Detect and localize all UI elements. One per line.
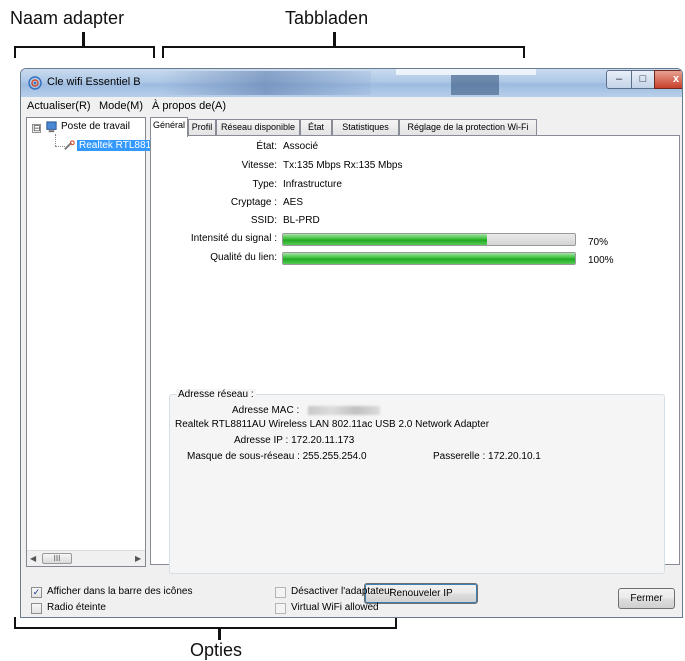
ip-address: Adresse IP : 172.20.11.173: [234, 435, 354, 446]
tabs-bracket: [162, 46, 525, 58]
virtual-wifi-checkbox[interactable]: [275, 603, 286, 614]
menu-bar: Actualiser(R) Mode(M) À propos de(A): [21, 97, 682, 117]
scroll-left-icon[interactable]: ◀: [30, 554, 36, 563]
type-label: Type:: [252, 179, 277, 190]
mac-label: Adresse MAC :: [232, 405, 381, 416]
tab-status[interactable]: État: [300, 119, 332, 136]
scroll-right-icon[interactable]: ▶: [135, 554, 141, 563]
adapter-bracket-stem: [82, 32, 85, 46]
window-title: Cle wifi Essentiel B: [47, 76, 141, 88]
disable-adapter-label: Désactiver l'adaptateur: [291, 586, 393, 597]
adapter-bracket: [14, 46, 155, 58]
minimize-button[interactable]: –: [606, 70, 632, 89]
collapse-icon[interactable]: ⊟: [32, 124, 41, 133]
link-quality-bar: [282, 252, 576, 265]
tab-profile[interactable]: Profil: [188, 119, 216, 136]
tree-root[interactable]: Poste de travail: [61, 121, 130, 132]
virtual-wifi-label: Virtual WiFi allowed: [291, 602, 379, 613]
mac-address-blurred: [308, 405, 381, 415]
state-label: État:: [256, 141, 277, 152]
tabs-bracket-stem: [333, 32, 336, 46]
tab-statistics[interactable]: Statistiques: [332, 119, 399, 136]
type-value: Infrastructure: [283, 179, 342, 190]
adapter-icon: [64, 140, 75, 150]
title-bar: Cle wifi Essentiel B – □ x: [21, 69, 682, 97]
adapter-full-name: Realtek RTL8811AU Wireless LAN 802.11ac …: [175, 419, 490, 430]
annotation-options: Opties: [190, 640, 243, 660]
encryption-value: AES: [283, 197, 304, 208]
mac-label-text: Adresse MAC :: [232, 405, 300, 416]
encryption-label: Cryptage :: [230, 197, 277, 208]
ip-value: 172.20.11.173: [291, 435, 355, 446]
background-blur: [161, 71, 371, 95]
speed-value: Tx:135 Mbps Rx:135 Mbps: [283, 160, 403, 171]
options-bracket: [14, 617, 397, 629]
menu-about[interactable]: À propos de(A): [152, 100, 226, 112]
ssid-value: BL-PRD: [283, 215, 320, 226]
tree-adapter-item[interactable]: Realtek RTL881: [77, 140, 154, 151]
show-tray-checkbox[interactable]: ✓: [31, 587, 42, 598]
signal-strength-fill: [283, 234, 488, 245]
gateway-label: Passerelle :: [433, 451, 486, 462]
scroll-thumb[interactable]: III: [42, 553, 72, 564]
close-button[interactable]: Fermer: [618, 588, 675, 609]
general-panel: État: Associé Vitesse: Tx:135 Mbps Rx:13…: [150, 135, 680, 604]
tree-line: [55, 134, 56, 146]
signal-strength-label: Intensité du signal :: [190, 233, 277, 244]
app-icon: [28, 76, 42, 90]
computer-icon: [46, 121, 57, 133]
subnet-label: Masque de sous-réseau :: [187, 451, 300, 462]
show-tray-label: Afficher dans la barre des icônes: [47, 586, 193, 597]
menu-mode[interactable]: Mode(M): [99, 100, 143, 112]
link-quality-fill: [283, 253, 575, 264]
subnet-mask: Masque de sous-réseau : 255.255.254.0: [187, 451, 367, 462]
tree-horizontal-scrollbar[interactable]: ◀ III ▶: [27, 550, 145, 566]
annotation-adapter-name: Naam adapter: [10, 8, 125, 28]
gateway-value: 172.20.10.1: [488, 451, 541, 462]
radio-off-checkbox[interactable]: [31, 603, 42, 614]
disable-adapter-checkbox[interactable]: [275, 587, 286, 598]
tab-wifi-protection[interactable]: Réglage de la protection Wi-Fi: [399, 119, 537, 136]
menu-refresh[interactable]: Actualiser(R): [27, 100, 91, 112]
ip-label: Adresse IP :: [234, 435, 289, 446]
network-address-group: Adresse réseau : Adresse MAC : Realtek R…: [169, 389, 665, 574]
network-address-title: Adresse réseau :: [176, 389, 256, 400]
tab-strip: Général Profil Réseau disponible État St…: [150, 117, 680, 137]
state-value: Associé: [283, 141, 319, 152]
maximize-button[interactable]: □: [631, 70, 655, 89]
app-window: Cle wifi Essentiel B – □ x Actualiser(R)…: [20, 68, 683, 618]
signal-strength-percent: 70%: [588, 237, 609, 248]
link-quality-label: Qualité du lien:: [210, 252, 277, 263]
options-bracket-stem: [218, 628, 221, 640]
gateway: Passerelle : 172.20.10.1: [433, 451, 541, 462]
subnet-value: 255.255.254.0: [302, 451, 367, 462]
tab-available-networks[interactable]: Réseau disponible: [216, 119, 300, 136]
link-quality-percent: 100%: [588, 255, 614, 266]
signal-strength-bar: [282, 233, 576, 246]
radio-off-label: Radio éteinte: [47, 602, 106, 613]
speed-label: Vitesse:: [241, 160, 277, 171]
adapter-tree: ⊟ Poste de travail Realtek RTL881 ◀ III …: [26, 117, 154, 567]
ssid-label: SSID:: [250, 215, 277, 226]
close-window-button[interactable]: x: [654, 70, 682, 89]
annotation-tabs: Tabbladen: [285, 8, 369, 28]
tab-general[interactable]: Général: [150, 117, 188, 137]
background-blur: [451, 75, 499, 95]
